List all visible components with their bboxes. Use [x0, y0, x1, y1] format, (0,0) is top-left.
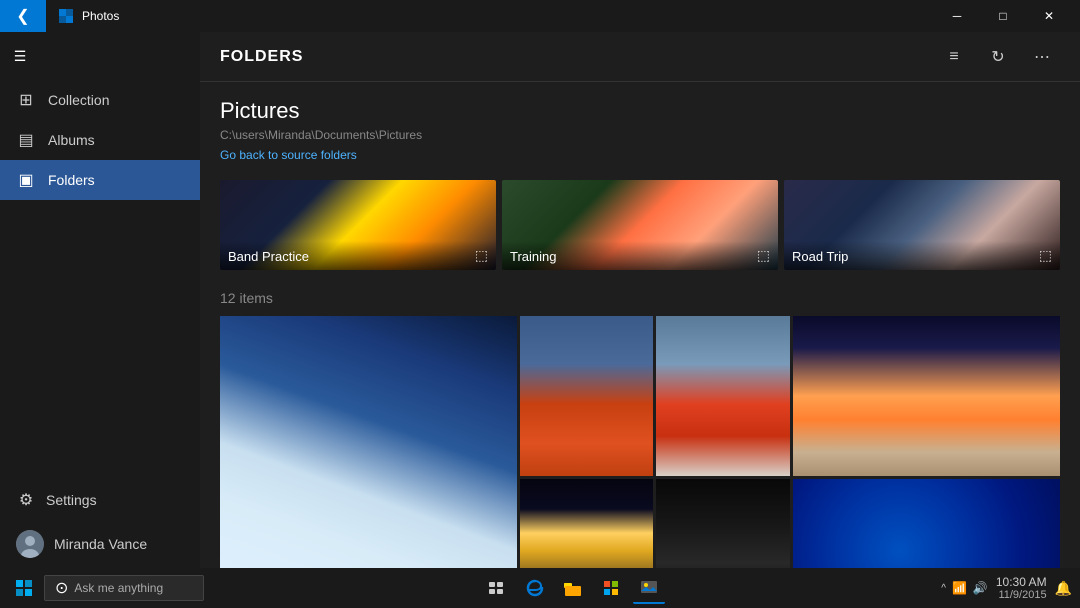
- main-header: FOLDERS ≡ ↻ ⋯: [200, 32, 1080, 82]
- subfolders-grid: Band Practice ⬚ Training ⬚ Road Trip ⬚: [200, 180, 1080, 286]
- items-count: 12 items: [200, 286, 1080, 316]
- photos-button[interactable]: [633, 572, 665, 604]
- maximize-button[interactable]: □: [980, 0, 1026, 32]
- settings-label: Settings: [46, 492, 97, 508]
- main-content: FOLDERS ≡ ↻ ⋯ Pictures C:\users\Miranda\…: [200, 32, 1080, 568]
- chevron-icon[interactable]: ^: [941, 583, 946, 594]
- folder-path: C:\users\Miranda\Documents\Pictures: [220, 128, 1060, 142]
- title-bar: ❮ Photos ─ □ ✕: [0, 0, 1080, 32]
- sidebar: ☰ ⊞ Collection ▤ Albums ▣ Folders ⚙ Sett…: [0, 32, 200, 568]
- app-icon: [58, 8, 74, 24]
- photo-item-1[interactable]: [220, 316, 517, 568]
- avatar-image: [16, 530, 44, 558]
- sound-icon[interactable]: 🔊: [973, 581, 988, 595]
- photo-item-3[interactable]: [656, 316, 790, 476]
- taskbar-left: ⊙ Ask me anything: [8, 572, 204, 604]
- subfolder-road-trip[interactable]: Road Trip ⬚: [784, 180, 1060, 270]
- file-explorer-button[interactable]: [557, 572, 589, 604]
- subfolder-roadtrip-select-icon: ⬚: [1039, 247, 1052, 264]
- task-view-button[interactable]: [481, 572, 513, 604]
- start-button[interactable]: [8, 572, 40, 604]
- sidebar-bottom: ⚙ Settings Miranda Vance: [0, 480, 200, 568]
- taskbar-search[interactable]: ⊙ Ask me anything: [44, 575, 204, 601]
- folder-name: Pictures: [220, 98, 1060, 124]
- taskbar-icons: [481, 572, 665, 604]
- avatar: [16, 530, 44, 558]
- system-tray: ^ 📶 🔊 10:30 AM 11/9/2015 🔔: [941, 575, 1072, 601]
- back-icon: ❮: [16, 6, 29, 26]
- user-name: Miranda Vance: [54, 536, 147, 552]
- sidebar-item-collection[interactable]: ⊞ Collection: [0, 80, 200, 120]
- user-profile[interactable]: Miranda Vance: [0, 520, 200, 568]
- subfolder-band-practice[interactable]: Band Practice ⬚: [220, 180, 496, 270]
- subfolder-road-trip-label: Road Trip: [792, 249, 848, 264]
- photo-item-4[interactable]: [793, 316, 1060, 476]
- folder-section: Pictures C:\users\Miranda\Documents\Pict…: [200, 82, 1080, 180]
- app-title: Photos: [82, 9, 119, 23]
- sidebar-item-albums[interactable]: ▤ Albums: [0, 120, 200, 160]
- sidebar-item-folders[interactable]: ▣ Folders: [0, 160, 200, 200]
- subfolder-training-label: Training: [510, 249, 556, 264]
- page-title: FOLDERS: [220, 48, 303, 66]
- photo-item-2[interactable]: [520, 316, 654, 476]
- store-button[interactable]: [595, 572, 627, 604]
- hamburger-button[interactable]: ☰: [0, 36, 40, 76]
- sidebar-item-albums-label: Albums: [48, 132, 95, 148]
- back-button[interactable]: ❮: [0, 0, 46, 32]
- subfolder-training-overlay: Training ⬚: [502, 241, 778, 270]
- more-options-button[interactable]: ⋯: [1024, 39, 1060, 75]
- albums-icon: ▤: [16, 130, 36, 150]
- taskbar: ⊙ Ask me anything: [0, 568, 1080, 608]
- view-toggle-button[interactable]: ≡: [936, 39, 972, 75]
- edge-button[interactable]: [519, 572, 551, 604]
- subfolder-band-practice-overlay: Band Practice ⬚: [220, 241, 496, 270]
- back-to-folders-link[interactable]: Go back to source folders: [220, 148, 357, 162]
- refresh-button[interactable]: ↻: [980, 39, 1016, 75]
- photo-item-5[interactable]: [520, 479, 654, 568]
- settings-icon: ⚙: [16, 490, 36, 510]
- subfolder-training-select-icon: ⬚: [757, 247, 770, 264]
- close-button[interactable]: ✕: [1026, 0, 1072, 32]
- subfolder-training[interactable]: Training ⬚: [502, 180, 778, 270]
- photo-item-6[interactable]: [656, 479, 790, 568]
- network-icon: 📶: [952, 581, 967, 595]
- settings-item[interactable]: ⚙ Settings: [0, 480, 200, 520]
- clock: 10:30 AM 11/9/2015: [996, 575, 1047, 601]
- window-controls: ─ □ ✕: [934, 0, 1072, 32]
- subfolder-road-trip-overlay: Road Trip ⬚: [784, 241, 1060, 270]
- minimize-button[interactable]: ─: [934, 0, 980, 32]
- photo-grid: [200, 316, 1080, 568]
- folders-icon: ▣: [16, 170, 36, 190]
- notification-icon[interactable]: 🔔: [1055, 580, 1072, 597]
- search-icon: ⊙: [55, 578, 68, 598]
- header-actions: ≡ ↻ ⋯: [936, 39, 1060, 75]
- system-icons: ^ 📶 🔊: [941, 581, 988, 595]
- title-bar-left: Photos: [58, 8, 119, 24]
- subfolder-band-practice-label: Band Practice: [228, 249, 309, 264]
- clock-time: 10:30 AM: [996, 575, 1047, 589]
- search-placeholder: Ask me anything: [74, 581, 163, 595]
- sidebar-item-folders-label: Folders: [48, 172, 95, 188]
- collection-icon: ⊞: [16, 90, 36, 110]
- photo-item-7[interactable]: [793, 479, 1060, 568]
- sidebar-item-collection-label: Collection: [48, 92, 109, 108]
- clock-date: 11/9/2015: [996, 589, 1047, 601]
- subfolder-select-icon: ⬚: [475, 247, 488, 264]
